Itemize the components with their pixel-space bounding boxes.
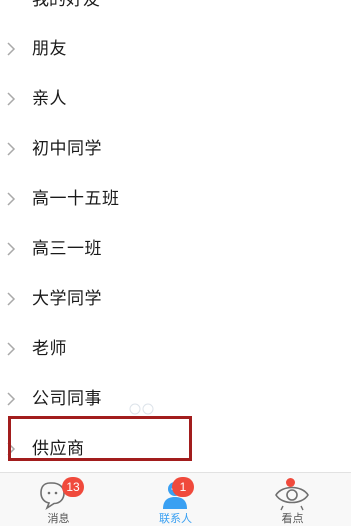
- group-row-grade12-class1[interactable]: 高三一班: [0, 224, 351, 274]
- group-label: 高一十五班: [32, 189, 120, 209]
- watermark-graphic: [129, 403, 154, 415]
- group-label: 老师: [32, 339, 67, 359]
- group-label: 亲人: [32, 89, 67, 109]
- group-label: 初中同学: [32, 139, 102, 159]
- group-label: 我的好友: [32, 0, 100, 10]
- group-label: 朋友: [32, 39, 67, 59]
- group-row-family[interactable]: 亲人: [0, 74, 351, 124]
- bottom-tab-bar: 13 消息 1 联系人 看点: [0, 472, 351, 526]
- tab-label: 消息: [47, 512, 70, 525]
- tab-label: 看点: [281, 512, 304, 525]
- group-row-middle-school[interactable]: 初中同学: [0, 124, 351, 174]
- group-row-partial[interactable]: 我的好友: [0, 0, 351, 14]
- group-list: 朋友 亲人 初中同学 高一十五班 高三一班 大学同学 老师 公司同事 供应商: [0, 24, 351, 474]
- tab-contacts[interactable]: 1 联系人: [117, 473, 234, 526]
- new-content-dot: [286, 478, 295, 487]
- group-row-grade10-class15[interactable]: 高一十五班: [0, 174, 351, 224]
- chevron-right-icon: [7, 42, 16, 56]
- group-row-college[interactable]: 大学同学: [0, 274, 351, 324]
- group-row-friends[interactable]: 朋友: [0, 24, 351, 74]
- new-contact-badge: 1: [172, 477, 194, 497]
- unread-badge: 13: [62, 477, 84, 497]
- chevron-right-icon: [7, 192, 16, 206]
- group-row-teachers[interactable]: 老师: [0, 324, 351, 374]
- chevron-right-icon: [7, 342, 16, 356]
- contacts-screen: 我的好友 朋友 亲人 初中同学 高一十五班 高三一班 大学同学 老师 公司同事 …: [0, 0, 351, 526]
- tab-label: 联系人: [159, 512, 192, 525]
- group-label: 高三一班: [32, 239, 102, 259]
- chevron-right-icon: [7, 92, 16, 106]
- chevron-right-icon: [7, 392, 16, 406]
- tab-messages[interactable]: 13 消息: [0, 473, 117, 526]
- group-label: 大学同学: [32, 289, 102, 309]
- chevron-right-icon: [7, 242, 16, 256]
- chevron-right-icon: [7, 142, 16, 156]
- tab-watch[interactable]: 看点: [234, 473, 351, 526]
- row-action-icons: [281, 0, 341, 4]
- chevron-right-icon: [7, 292, 16, 306]
- highlight-annotation-box: [8, 416, 192, 461]
